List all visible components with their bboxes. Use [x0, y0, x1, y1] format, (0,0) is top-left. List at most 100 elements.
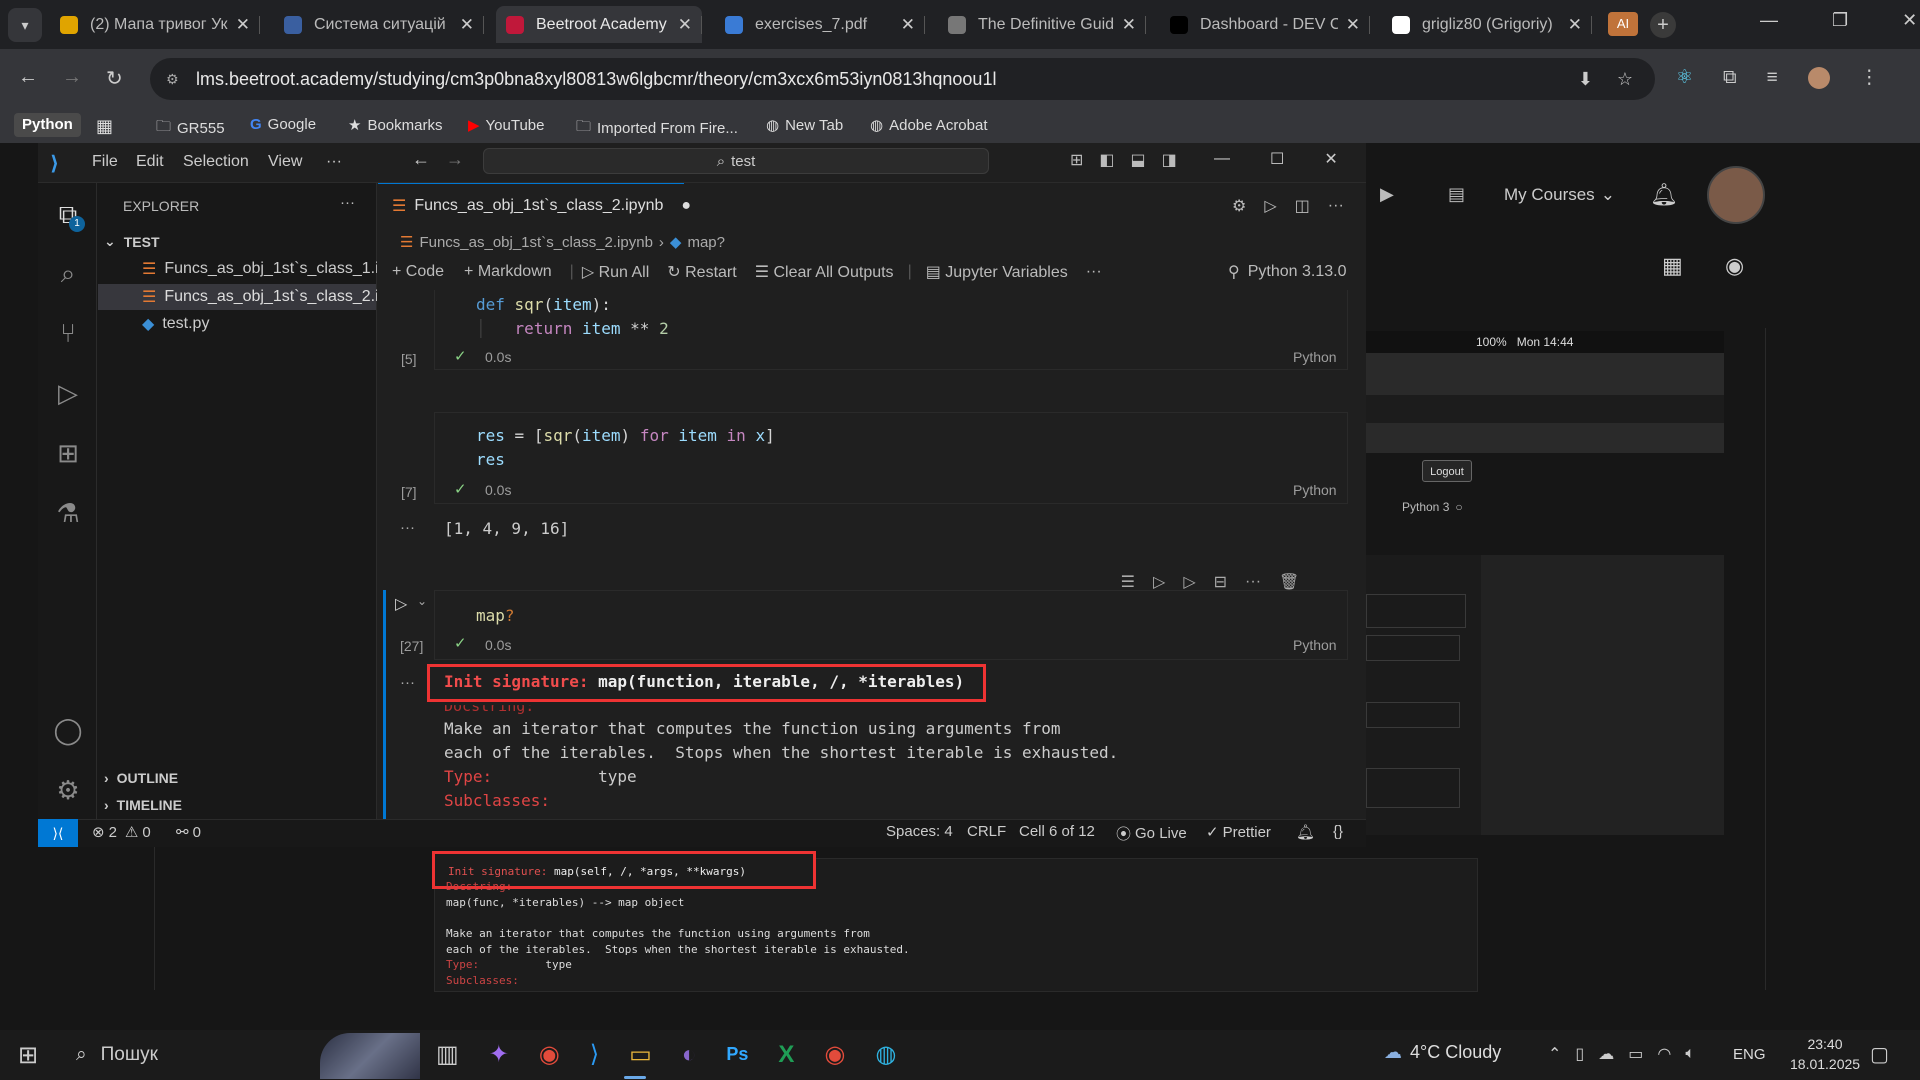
- settings-gear-icon[interactable]: ⚙: [1232, 196, 1246, 216]
- back-icon[interactable]: ←: [18, 66, 38, 89]
- extensions-icon[interactable]: ⧉: [1723, 67, 1737, 89]
- file-item-active[interactable]: ☰ Funcs_as_obj_1st`s_class_2.i...: [142, 287, 392, 307]
- chrome-icon[interactable]: ◉: [539, 1040, 560, 1069]
- unknown-app-icon[interactable]: ◐: [682, 1041, 697, 1069]
- code-cell-focused[interactable]: [434, 590, 1348, 660]
- chat-icon[interactable]: ▤: [1448, 184, 1465, 205]
- unsaved-dot-icon[interactable]: ●: [681, 197, 691, 215]
- notification-bell-icon[interactable]: 🔔︎: [1650, 182, 1678, 208]
- close-tab-icon[interactable]: ✕: [1568, 15, 1582, 35]
- react-icon[interactable]: ⚛: [1676, 66, 1693, 89]
- user-avatar[interactable]: [1707, 166, 1765, 224]
- close-tab-icon[interactable]: ✕: [678, 15, 692, 35]
- manage-gear-icon[interactable]: ⚙: [50, 772, 86, 808]
- chevron-down-icon[interactable]: ⌄: [417, 594, 427, 608]
- vscode-taskbar-icon[interactable]: ⟩: [590, 1040, 599, 1069]
- browser-tab[interactable]: Beetroot Academy | ✕: [496, 6, 702, 43]
- taskbar-search[interactable]: ⌕ Пошук: [76, 1044, 158, 1066]
- toggle-panel-icon[interactable]: ⬓: [1131, 150, 1146, 170]
- cell-language[interactable]: Python: [1293, 637, 1337, 653]
- run-icon[interactable]: ▷: [1264, 196, 1276, 216]
- execute-above-icon[interactable]: ▷: [1153, 572, 1165, 592]
- close-tab-icon[interactable]: ✕: [901, 15, 915, 35]
- copilot-icon[interactable]: ✦: [489, 1040, 509, 1069]
- play-icon[interactable]: ▶: [1380, 184, 1394, 205]
- bookmark-bookmarks[interactable]: ★ Bookmarks: [348, 116, 442, 135]
- outline-section[interactable]: › OUTLINE: [104, 770, 178, 786]
- clock[interactable]: 23:40 18.01.2025: [1790, 1034, 1860, 1074]
- menu-selection[interactable]: Selection: [183, 153, 249, 171]
- close-icon[interactable]: ✕: [1902, 10, 1917, 31]
- forward-icon[interactable]: →: [62, 66, 82, 89]
- notification-center-icon[interactable]: ▢: [1870, 1042, 1889, 1067]
- indentation-status[interactable]: Spaces: 4: [886, 823, 953, 840]
- site-info-icon[interactable]: ⚙: [166, 71, 179, 88]
- device-icon[interactable]: ▯: [1575, 1044, 1584, 1064]
- chevron-up-icon[interactable]: ⌃: [1548, 1044, 1561, 1064]
- close-tab-icon[interactable]: ✕: [1346, 15, 1360, 35]
- eye-icon[interactable]: ◉: [1725, 253, 1744, 279]
- timeline-section[interactable]: › TIMELINE: [104, 797, 182, 813]
- wifi-icon[interactable]: ◠: [1657, 1044, 1671, 1064]
- close-tab-icon[interactable]: ✕: [460, 15, 474, 35]
- go-live-button[interactable]: ⦿ Go Live: [1116, 823, 1187, 844]
- browser-tab[interactable]: exercises_7.pdf ✕: [715, 6, 925, 43]
- run-by-line-icon[interactable]: ☰: [1121, 572, 1135, 592]
- tab-search-button[interactable]: ▾: [8, 8, 42, 42]
- output-more-icon[interactable]: ···: [400, 519, 415, 536]
- notifications-bell-icon[interactable]: 🔔︎: [1296, 823, 1315, 841]
- output-more-icon[interactable]: ···: [400, 674, 415, 691]
- media-icon[interactable]: ≡: [1767, 67, 1778, 89]
- profile-avatar[interactable]: [1807, 66, 1830, 89]
- delete-cell-icon[interactable]: 🗑︎: [1279, 572, 1299, 592]
- explorer-more-icon[interactable]: ···: [340, 194, 355, 211]
- install-icon[interactable]: ⬇: [1578, 69, 1593, 90]
- split-editor-icon[interactable]: ◫: [1295, 196, 1310, 216]
- onedrive-icon[interactable]: ☁: [1598, 1044, 1614, 1064]
- language-indicator[interactable]: ENG: [1733, 1046, 1766, 1063]
- menu-more[interactable]: ···: [326, 153, 342, 171]
- reload-icon[interactable]: ↻: [106, 66, 123, 91]
- browser-tab[interactable]: Система ситуацій ✕: [274, 6, 484, 43]
- task-view-icon[interactable]: ▥: [436, 1040, 459, 1069]
- new-tab-button[interactable]: +: [1650, 12, 1676, 38]
- bookmark-python[interactable]: Python: [14, 113, 81, 137]
- file-item[interactable]: ◆ test.py: [142, 314, 209, 334]
- browser-tab[interactable]: (2) Мапа тривог Ук ✕: [50, 6, 260, 43]
- testing-icon[interactable]: ⚗: [50, 495, 86, 531]
- remote-indicator[interactable]: ⟩⟨: [38, 819, 78, 847]
- accounts-icon[interactable]: ◯: [50, 712, 86, 748]
- ports-indicator[interactable]: ⚯ 0: [176, 823, 201, 842]
- nav-forward-icon[interactable]: →: [446, 149, 464, 170]
- toggle-secondary-sidebar-icon[interactable]: ◨: [1162, 150, 1177, 170]
- browser-tab[interactable]: The Definitive Guid ✕: [938, 6, 1146, 43]
- bookmark-google[interactable]: G Google: [250, 116, 316, 133]
- vs-close-icon[interactable]: ✕: [1324, 149, 1337, 169]
- volume-icon[interactable]: 🔈︎: [1685, 1045, 1695, 1063]
- cell-more-icon[interactable]: ···: [1245, 573, 1261, 591]
- add-code-button[interactable]: + Code: [392, 263, 444, 281]
- cell-language[interactable]: Python: [1293, 482, 1337, 498]
- cell-position-status[interactable]: Cell 6 of 12: [1019, 823, 1095, 840]
- kernel-picker[interactable]: ⚲ Python 3.13.0: [1228, 262, 1346, 282]
- chrome-profile-icon[interactable]: ◉: [824, 1040, 845, 1069]
- windows-start-icon[interactable]: ⊞: [18, 1041, 38, 1070]
- extensions-icon[interactable]: ⊞: [50, 435, 86, 471]
- breadcrumb-file[interactable]: Funcs_as_obj_1st`s_class_2.ipynb: [419, 234, 652, 251]
- bookmark-newtab[interactable]: ◍ New Tab: [766, 116, 843, 135]
- excel-icon[interactable]: X: [778, 1041, 794, 1069]
- close-tab-icon[interactable]: ✕: [1122, 15, 1136, 35]
- run-debug-icon[interactable]: ▷: [50, 375, 86, 411]
- url-bar[interactable]: ⚙ lms.beetroot.academy/studying/cm3p0bna…: [150, 58, 1655, 100]
- edge-icon[interactable]: ◍: [875, 1040, 896, 1069]
- run-all-button[interactable]: ▷ Run All: [582, 262, 649, 282]
- apps-icon[interactable]: ▦: [96, 116, 113, 137]
- menu-edit[interactable]: Edit: [136, 153, 164, 171]
- add-markdown-button[interactable]: + Markdown: [464, 263, 552, 281]
- run-cell-icon[interactable]: ▷: [395, 594, 407, 614]
- close-tab-icon[interactable]: ✕: [236, 15, 250, 35]
- weather-widget[interactable]: ☁ 4°C Cloudy: [1384, 1042, 1501, 1063]
- my-courses-dropdown[interactable]: My Courses ⌄: [1504, 185, 1615, 205]
- toggle-sidebar-icon[interactable]: ◧: [1099, 150, 1114, 170]
- folder-test[interactable]: ⌄ TEST: [104, 233, 160, 250]
